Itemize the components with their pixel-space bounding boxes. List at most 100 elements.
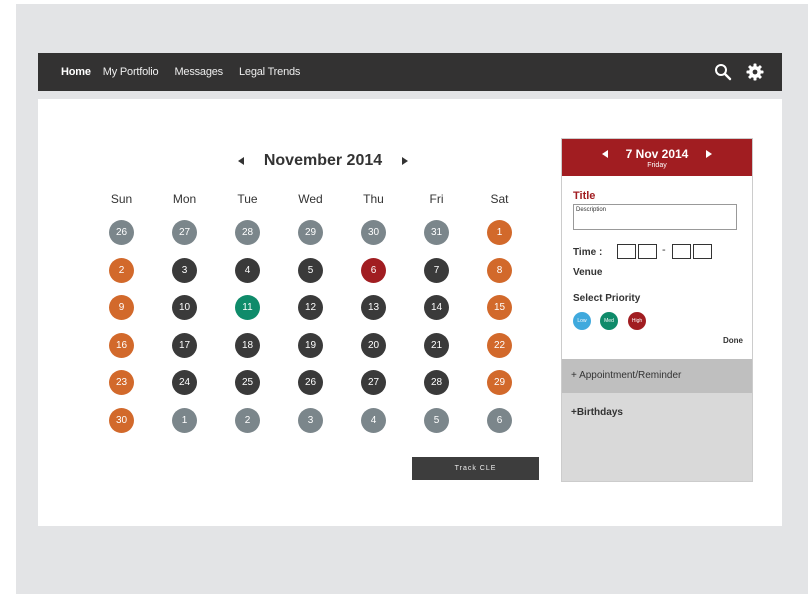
start-hour-field[interactable]: [617, 244, 636, 259]
calendar-day-outside[interactable]: 29: [298, 220, 323, 245]
end-minute-field[interactable]: [693, 244, 712, 259]
track-cle-button[interactable]: Track CLE: [412, 457, 539, 480]
calendar-day-outside[interactable]: 1: [172, 407, 197, 433]
calendar-day-cell: 27: [342, 370, 405, 408]
panel-date: 7 Nov 2014: [625, 147, 689, 161]
time-separator: -: [662, 244, 666, 256]
calendar-day-today[interactable]: 6: [361, 257, 386, 283]
calendar-day-cell: 1: [468, 220, 531, 258]
weekday-label: Sat: [490, 192, 509, 206]
start-minute-field[interactable]: [638, 244, 657, 259]
priority-label: Select Priority: [573, 293, 641, 304]
calendar-day-weekday[interactable]: 20: [361, 332, 386, 358]
calendar-day-weekend[interactable]: 30: [109, 407, 134, 433]
panel-weekday: Friday: [647, 162, 667, 169]
calendar-day-weekday[interactable]: 3: [172, 257, 197, 283]
nav-messages-link[interactable]: Messages: [174, 66, 223, 78]
calendar-day-weekday[interactable]: 17: [172, 332, 197, 358]
calendar-day-weekday[interactable]: 24: [172, 370, 197, 396]
calendar-day-weekday[interactable]: 12: [298, 295, 323, 321]
calendar-day-weekend[interactable]: 2: [109, 257, 134, 283]
calendar-day-weekday[interactable]: 21: [424, 332, 449, 358]
calendar-day-outside[interactable]: 31: [424, 220, 449, 245]
search-icon[interactable]: [714, 63, 732, 81]
calendar-day-weekday[interactable]: 27: [361, 370, 386, 396]
appointment-reminder-section[interactable]: + Appointment/Reminder: [562, 359, 752, 393]
next-month-arrow-icon[interactable]: [402, 157, 409, 165]
prev-month-arrow-icon[interactable]: [237, 157, 244, 165]
calendar-day-outside[interactable]: 26: [109, 220, 134, 245]
calendar-day-weekday[interactable]: 5: [298, 257, 323, 283]
calendar-day-weekend[interactable]: 23: [109, 370, 134, 396]
calendar-day-weekday[interactable]: 28: [424, 370, 449, 396]
calendar-day-outside[interactable]: 6: [487, 407, 512, 433]
calendar-day-selected[interactable]: 11: [235, 295, 260, 321]
venue-label[interactable]: Venue: [573, 267, 602, 278]
calendar-day-outside[interactable]: 3: [298, 407, 323, 433]
calendar-day-outside[interactable]: 2: [235, 407, 260, 433]
birthdays-section[interactable]: +Birthdays: [562, 393, 752, 481]
calendar-day-weekend[interactable]: 22: [487, 332, 512, 358]
calendar-day-weekend[interactable]: 9: [109, 295, 134, 321]
calendar-day-outside[interactable]: 28: [235, 220, 260, 245]
calendar-day-weekday[interactable]: 7: [424, 257, 449, 283]
calendar-day-cell: 26: [279, 370, 342, 408]
calendar-day-cell: 2: [216, 407, 279, 446]
calendar-day-cell: 31: [405, 220, 468, 258]
event-panel: 7 Nov 2014 Friday Title Description Time…: [561, 138, 753, 482]
calendar-week-row: 26 27 28 29 30 31 1: [90, 220, 531, 258]
calendar-day-outside[interactable]: 5: [424, 407, 449, 433]
calendar-day-outside[interactable]: 30: [361, 220, 386, 245]
priority-low-button[interactable]: Low: [573, 312, 591, 330]
calendar-day-weekend[interactable]: 1: [487, 220, 512, 245]
calendar-day-cell: 4: [216, 257, 279, 296]
calendar-day-weekday[interactable]: 14: [424, 295, 449, 321]
calendar-day-cell: 14: [405, 295, 468, 333]
end-hour-field[interactable]: [672, 244, 691, 259]
calendar-day-cell: 15: [468, 295, 531, 333]
calendar-day-cell: 26: [90, 220, 153, 258]
calendar-day-weekend[interactable]: 15: [487, 295, 512, 321]
calendar-day-weekend[interactable]: 8: [487, 257, 512, 283]
calendar-week-row: 2 3 4 5 6 7 8: [90, 257, 531, 296]
calendar-day-cell: 13: [342, 295, 405, 333]
calendar-day-weekday[interactable]: 19: [298, 332, 323, 358]
calendar-day-cell: 18: [216, 332, 279, 371]
calendar-day-cell: 20: [342, 332, 405, 371]
calendar-day-weekday[interactable]: 13: [361, 295, 386, 321]
priority-high-button[interactable]: High: [628, 312, 646, 330]
month-header: November 2014: [213, 151, 433, 171]
calendar-day-weekend[interactable]: 29: [487, 370, 512, 396]
next-day-arrow-icon[interactable]: [706, 150, 713, 158]
calendar-day-cell: 11: [216, 295, 279, 333]
calendar-day-outside[interactable]: 4: [361, 407, 386, 433]
prev-day-arrow-icon[interactable]: [601, 150, 608, 158]
calendar-day-cell: 17: [153, 332, 216, 371]
calendar-day-cell: 28: [405, 370, 468, 408]
calendar-day-weekday[interactable]: 26: [298, 370, 323, 396]
appointment-reminder-label: + Appointment/Reminder: [571, 370, 682, 381]
title-label[interactable]: Title: [573, 190, 595, 202]
nav-portfolio-link[interactable]: My Portfolio: [103, 66, 159, 78]
calendar-day-outside[interactable]: 27: [172, 220, 197, 245]
weekday-label: Thu: [363, 192, 384, 206]
description-field[interactable]: Description: [573, 204, 737, 230]
calendar-day-cell: 22: [468, 332, 531, 371]
weekday-header-row: Sun Mon Tue Wed Thu Fri Sat: [90, 192, 531, 206]
calendar-day-weekend[interactable]: 16: [109, 332, 134, 358]
gear-icon[interactable]: [746, 63, 764, 81]
weekday-label: Mon: [172, 192, 197, 206]
calendar-day-cell: 10: [153, 295, 216, 333]
done-button[interactable]: Done: [723, 336, 743, 345]
calendar-day-weekday[interactable]: 25: [235, 370, 260, 396]
calendar-day-cell: 21: [405, 332, 468, 371]
calendar-day-cell: 16: [90, 332, 153, 371]
calendar-day-cell: 3: [279, 407, 342, 446]
nav-legal-trends-link[interactable]: Legal Trends: [239, 66, 300, 78]
calendar-day-weekday[interactable]: 4: [235, 257, 260, 283]
birthdays-label: +Birthdays: [571, 407, 623, 418]
nav-home-link[interactable]: Home: [61, 66, 91, 78]
priority-med-button[interactable]: Med: [600, 312, 618, 330]
calendar-day-weekday[interactable]: 18: [235, 332, 260, 358]
calendar-day-weekday[interactable]: 10: [172, 295, 197, 321]
